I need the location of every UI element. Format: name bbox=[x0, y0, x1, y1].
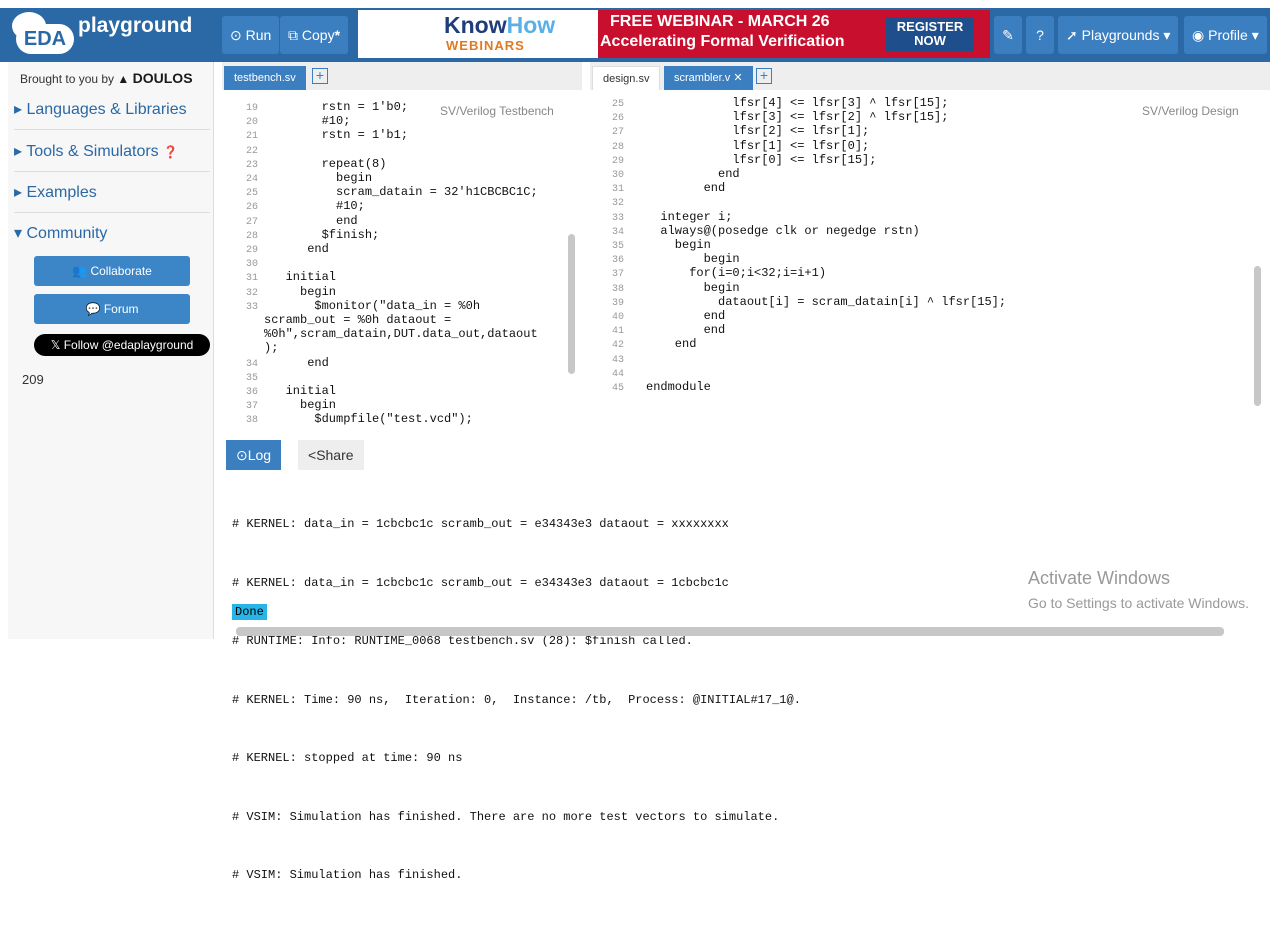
tab-share-label: Share bbox=[316, 447, 354, 463]
follow-label: Follow @edaplayground bbox=[63, 338, 194, 352]
x-logo-icon: 𝕏 bbox=[50, 338, 61, 352]
caret-right-icon: ▸ bbox=[14, 101, 23, 118]
line-numbers: 25 26 27 28 29 30 31 32 33 34 35 36 37 3… bbox=[611, 99, 624, 395]
log-output: # KERNEL: data_in = 1cbcbc1c scramb_out … bbox=[232, 476, 801, 925]
log-line: # KERNEL: data_in = 1cbcbc1c scramb_out … bbox=[232, 517, 729, 531]
log-horizontal-scrollbar[interactable] bbox=[236, 627, 1224, 636]
doulos-logo-icon: ▲ bbox=[117, 72, 130, 86]
forum-label: Forum bbox=[103, 302, 139, 316]
scrambler-code[interactable]: lfsr[4] <= lfsr[3] ^ lfsr[15]; lfsr[3] <… bbox=[646, 96, 1006, 394]
webinar-banner[interactable]: KnowHow WEBINARS FREE WEBINAR - MARCH 26… bbox=[358, 10, 990, 58]
modified-asterisk: * bbox=[334, 27, 341, 43]
forum-button[interactable]: 💬 Forum bbox=[34, 294, 190, 324]
logo-playground-text: playground bbox=[78, 14, 193, 37]
collaborate-button[interactable]: 👥 Collaborate bbox=[34, 256, 190, 286]
eda-playground-logo[interactable]: EDA playground bbox=[12, 10, 210, 54]
tab-design-sv[interactable]: design.sv bbox=[592, 66, 661, 90]
caret-down-icon: ▾ bbox=[1163, 27, 1171, 43]
sidebar-item-label: Tools & Simulators bbox=[26, 143, 159, 160]
tab-share[interactable]: <Share bbox=[298, 440, 364, 470]
design-tabstrip: design.sv scrambler.v ✕ + bbox=[590, 62, 1270, 90]
sidebar-item-label: Community bbox=[26, 225, 108, 242]
knowhow-know: Know bbox=[444, 12, 507, 38]
rocket-icon: ➚ bbox=[1066, 27, 1078, 43]
caret-down-icon: ▾ bbox=[1251, 27, 1259, 43]
activate-windows-subtitle: Go to Settings to activate Windows. bbox=[1028, 595, 1249, 611]
visitor-count: 209 bbox=[22, 372, 44, 387]
play-icon: ⊙ bbox=[230, 27, 242, 43]
playgrounds-menu[interactable]: ➚ Playgrounds ▾ bbox=[1058, 16, 1179, 54]
playgrounds-label: Playgrounds bbox=[1081, 27, 1160, 43]
knowhow-webinars: WEBINARS bbox=[446, 38, 525, 53]
register-now-button[interactable]: REGISTER NOW bbox=[886, 17, 974, 51]
testbench-editor: testbench.sv + 19 20 21 22 23 24 25 26 2… bbox=[222, 62, 582, 430]
copy-label: Copy bbox=[301, 27, 335, 43]
share-icon: < bbox=[308, 447, 317, 463]
testbench-code[interactable]: rstn = 1'b0; #10; rstn = 1'b1; repeat(8)… bbox=[264, 100, 538, 427]
log-line: # KERNEL: Time: 90 ns, Iteration: 0, Ins… bbox=[232, 692, 801, 707]
line-numbers: 19 20 21 22 23 24 25 26 27 28 29 30 31 3… bbox=[245, 103, 258, 427]
chat-icon: 💬 bbox=[85, 302, 101, 316]
banner-subtitle: Accelerating Formal Verification bbox=[600, 33, 845, 50]
logo-eda-text: EDA bbox=[16, 24, 74, 54]
caret-right-icon: ▸ bbox=[14, 184, 23, 201]
testbench-tabstrip: testbench.sv + bbox=[222, 62, 582, 90]
collaborate-label: Collaborate bbox=[90, 264, 152, 278]
brought-by-text: Brought to you by bbox=[20, 72, 115, 86]
activate-windows-title: Activate Windows bbox=[1028, 568, 1171, 588]
follow-x-button[interactable]: 𝕏 Follow @edaplayground bbox=[34, 334, 210, 356]
tab-log[interactable]: ⊙Log bbox=[226, 440, 282, 470]
user-icon: ◉ bbox=[1192, 27, 1205, 43]
knowhow-logo: KnowHow WEBINARS bbox=[358, 10, 598, 58]
help-icon[interactable]: ? bbox=[1026, 16, 1054, 54]
caret-right-icon: ▸ bbox=[14, 143, 23, 160]
caret-down-icon: ▾ bbox=[14, 225, 23, 242]
sidebar-item-examples[interactable]: ▸ Examples bbox=[14, 173, 210, 213]
now-label: NOW bbox=[914, 33, 946, 48]
banner-headline: FREE WEBINAR - MARCH 26 bbox=[610, 13, 830, 30]
users-icon: 👥 bbox=[72, 264, 88, 278]
sidebar: Brought to you by ▲ DOULOS ▸ Languages &… bbox=[8, 62, 214, 639]
sidebar-item-tools[interactable]: ▸ Tools & Simulators ❓ bbox=[14, 132, 210, 172]
editor-scrollbar[interactable] bbox=[1254, 266, 1261, 406]
editor-scrollbar[interactable] bbox=[568, 234, 575, 374]
doulos-text: DOULOS bbox=[132, 70, 193, 86]
log-line: # KERNEL: data_in = 1cbcbc1c scramb_out … bbox=[232, 575, 729, 590]
run-button[interactable]: ⊙ Run bbox=[222, 16, 280, 54]
log-line: # KERNEL: stopped at time: 90 ns bbox=[232, 751, 463, 765]
copy-icon: ⧉ bbox=[288, 27, 298, 43]
sidebar-item-label: Examples bbox=[26, 184, 97, 201]
close-icon[interactable]: ✕ bbox=[733, 72, 742, 84]
copy-button[interactable]: ⧉ Copy* bbox=[280, 16, 349, 54]
knowhow-how: How bbox=[506, 12, 556, 38]
editor-language-label: SV/Verilog Design bbox=[1142, 104, 1239, 118]
edit-icon[interactable]: ✎ bbox=[994, 16, 1022, 54]
profile-menu[interactable]: ◉ Profile ▾ bbox=[1184, 16, 1267, 54]
log-line: # VSIM: Simulation has finished. bbox=[232, 868, 463, 882]
help-icon[interactable]: ❓ bbox=[163, 145, 178, 159]
design-editor: design.sv scrambler.v ✕ + 25 26 27 28 29… bbox=[590, 62, 1270, 430]
tab-scrambler-v[interactable]: scrambler.v ✕ bbox=[664, 66, 753, 90]
circle-icon: ⊙ bbox=[236, 447, 248, 463]
status-done: Done bbox=[232, 604, 267, 620]
tab-log-label: Log bbox=[247, 447, 272, 463]
sponsor-credit[interactable]: Brought to you by ▲ DOULOS bbox=[20, 70, 193, 86]
log-line: # VSIM: Simulation has finished. There a… bbox=[232, 809, 780, 824]
profile-label: Profile bbox=[1208, 27, 1248, 43]
top-margin bbox=[0, 0, 1270, 8]
sidebar-item-label: Languages & Libraries bbox=[26, 101, 187, 118]
add-file-icon[interactable]: + bbox=[756, 68, 772, 84]
register-label: REGISTER bbox=[896, 19, 964, 34]
tab-scrambler-label: scrambler.v bbox=[674, 72, 731, 84]
tab-testbench[interactable]: testbench.sv bbox=[224, 66, 306, 90]
run-label: Run bbox=[245, 27, 272, 43]
sidebar-item-community[interactable]: ▾ Community bbox=[14, 214, 210, 254]
editor-language-label: SV/Verilog Testbench bbox=[440, 104, 554, 118]
add-file-icon[interactable]: + bbox=[312, 68, 328, 84]
log-panel: ⊙Log <Share # KERNEL: data_in = 1cbcbc1c… bbox=[222, 434, 1270, 882]
sidebar-item-languages[interactable]: ▸ Languages & Libraries bbox=[14, 90, 210, 130]
